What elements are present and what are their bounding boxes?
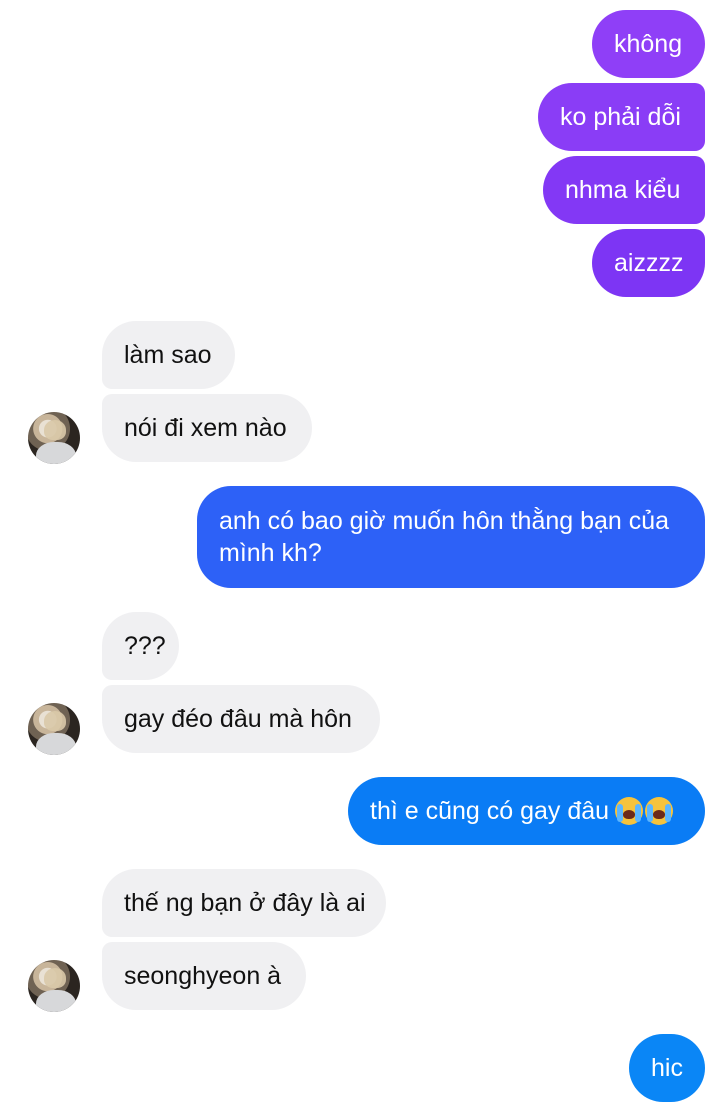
contact-avatar-icon[interactable]	[28, 412, 80, 464]
message-bubble-outgoing[interactable]: aizzzz	[592, 229, 705, 297]
message-text: gay đéo đâu mà hôn	[124, 705, 352, 733]
message-bubble-incoming[interactable]: nói đi xem nào	[102, 394, 312, 462]
contact-avatar-icon[interactable]	[28, 960, 80, 1012]
loudly-crying-face-icon	[645, 797, 674, 825]
message-text: hic	[651, 1054, 683, 1082]
message-text: seonghyeon à	[124, 962, 282, 990]
message-bubble-outgoing[interactable]: anh có bao giờ muốn hôn thằng bạn của mì…	[197, 486, 705, 588]
message-bubble-incoming[interactable]: ???	[102, 612, 179, 680]
message-bubble-incoming[interactable]: thế ng bạn ở đây là ai	[102, 869, 386, 937]
contact-avatar-icon[interactable]	[28, 703, 80, 755]
message-text: aizzzz	[614, 249, 684, 277]
message-text: nhma kiểu	[565, 176, 681, 204]
message-text: không	[614, 30, 683, 58]
message-bubble-outgoing[interactable]: không	[592, 10, 705, 78]
message-bubble-incoming[interactable]: seonghyeon à	[102, 942, 306, 1010]
message-bubble-outgoing[interactable]: thì e cũng có gay đâu	[348, 777, 705, 845]
message-text: nói đi xem nào	[124, 414, 287, 442]
message-text: ???	[124, 632, 166, 660]
message-text: ko phải dỗi	[560, 103, 681, 131]
message-text: thế ng bạn ở đây là ai	[124, 889, 366, 917]
message-text: làm sao	[124, 341, 212, 369]
loudly-crying-face-icon	[615, 797, 644, 825]
message-bubble-incoming[interactable]: làm sao	[102, 321, 235, 389]
message-bubble-incoming[interactable]: gay đéo đâu mà hôn	[102, 685, 380, 753]
message-bubble-outgoing[interactable]: ko phải dỗi	[538, 83, 705, 151]
message-text: thì e cũng có gay đâu	[370, 797, 610, 825]
message-bubble-outgoing[interactable]: nhma kiểu	[543, 156, 705, 224]
message-text: anh có bao giờ muốn hôn thằng bạn của mì…	[219, 507, 670, 567]
message-bubble-outgoing[interactable]: hic	[629, 1034, 705, 1102]
